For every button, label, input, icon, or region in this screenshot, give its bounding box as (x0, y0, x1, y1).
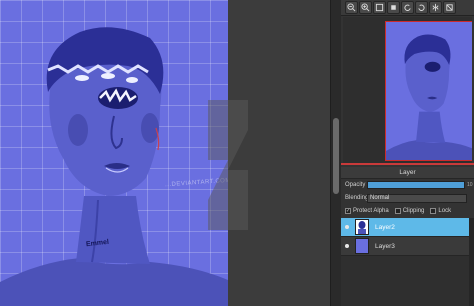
reset-button[interactable] (443, 1, 456, 14)
layers-list: Layer2 Layer3 (341, 218, 474, 306)
lock-checkbox[interactable]: Lock (430, 208, 451, 214)
blending-label: Blending (345, 195, 369, 201)
visibility-toggle[interactable] (341, 225, 353, 229)
protect-alpha-label: Protect Alpha (353, 208, 389, 214)
rotate-right-button[interactable] (415, 1, 428, 14)
opacity-value: 10 (467, 182, 473, 188)
layer-thumbnail (355, 238, 369, 254)
rotate-left-icon (404, 4, 411, 11)
zoom-out-button[interactable] (345, 1, 358, 14)
clipping-label: Clipping (402, 208, 425, 214)
scrollbar-thumb[interactable] (333, 118, 339, 194)
clipping-box[interactable] (394, 208, 401, 214)
protect-alpha-checkbox[interactable]: ✓ Protect Alpha (345, 208, 389, 214)
watermark-logo-icon (208, 100, 248, 230)
fit-button[interactable] (373, 1, 386, 14)
zoom-in-button[interactable] (359, 1, 372, 14)
zoom-out-icon (347, 3, 356, 12)
layer-options-row: ✓ Protect Alpha Clipping Lock (341, 205, 474, 217)
flip-button[interactable] (429, 1, 442, 14)
canvas-background (208, 0, 330, 306)
fit-icon (375, 3, 384, 12)
blending-mode-select[interactable]: Normal (367, 193, 467, 203)
actual-size-icon (391, 5, 396, 10)
flip-icon (432, 3, 439, 12)
eye-icon (345, 244, 349, 248)
drawing-canvas[interactable]: Emmel ...DEVIANTART.COM (0, 0, 330, 306)
artwork[interactable]: Emmel ...DEVIANTART.COM (0, 0, 228, 306)
lock-box[interactable] (430, 208, 437, 214)
layer-panel-title: Layer (341, 167, 474, 179)
blending-row: Blending Normal (341, 192, 474, 204)
rotate-left-button[interactable] (401, 1, 414, 14)
thumbnail-figure (386, 34, 472, 160)
artwork-figure (0, 27, 228, 306)
clipping-checkbox[interactable]: Clipping (394, 208, 425, 214)
layer-name: Layer3 (375, 242, 395, 250)
reset-icon (446, 4, 453, 11)
opacity-slider-fill (368, 182, 464, 188)
rotate-right-icon (418, 4, 425, 11)
layer-row[interactable]: Layer3 (341, 237, 474, 256)
layer-thumbnail (355, 219, 369, 235)
right-panel: Layer Opacity 10 Blending Normal ✓ Prote… (341, 0, 474, 306)
opacity-row: Opacity 10 (341, 179, 474, 191)
navigator-preview[interactable] (343, 17, 472, 163)
lock-label: Lock (438, 208, 452, 214)
actual-size-button[interactable] (387, 1, 400, 14)
protect-alpha-box[interactable]: ✓ (345, 208, 351, 214)
panel-divider (341, 163, 474, 165)
layer-row[interactable]: Layer2 (341, 218, 474, 237)
layers-scrollbar[interactable] (469, 218, 474, 306)
visibility-toggle[interactable] (341, 244, 353, 248)
navigator-thumbnail[interactable] (385, 21, 472, 161)
navigator-toolbar (341, 0, 474, 16)
eye-icon (345, 225, 349, 229)
opacity-slider[interactable] (367, 181, 465, 189)
opacity-label: Opacity (345, 182, 366, 188)
zoom-in-icon (361, 3, 370, 12)
layer-name: Layer2 (375, 223, 395, 231)
